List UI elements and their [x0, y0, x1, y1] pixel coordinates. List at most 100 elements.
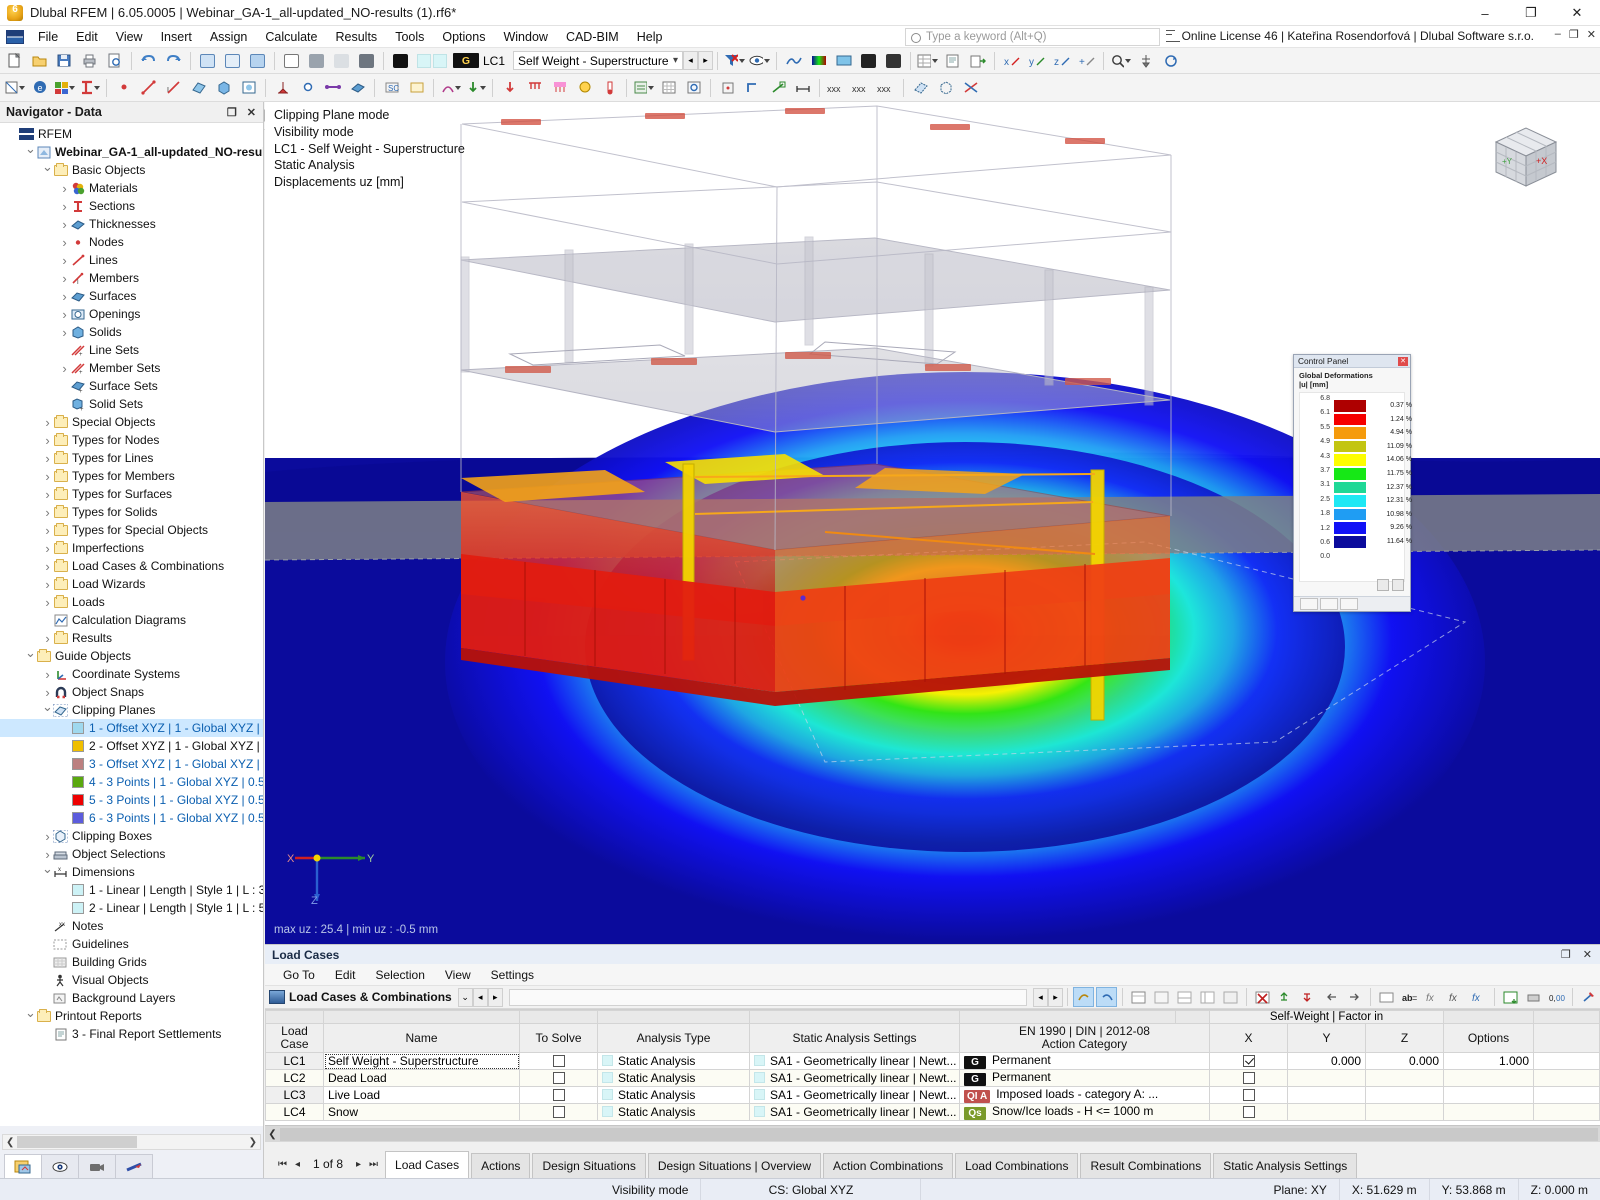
cell-to-solve[interactable] [520, 1104, 598, 1121]
col-options[interactable]: Options [1444, 1024, 1534, 1053]
cell-to-solve[interactable] [520, 1053, 598, 1070]
chevron-right-icon[interactable] [59, 181, 70, 196]
nav-scroll-left-icon[interactable]: ❮ [6, 1137, 14, 1148]
cell-selfweight-check[interactable] [1210, 1070, 1288, 1087]
lc-tab-static-analysis-settings[interactable]: Static Analysis Settings [1213, 1153, 1357, 1178]
lc-tab-result-combinations[interactable]: Result Combinations [1080, 1153, 1211, 1178]
tree-item-member-sets[interactable]: +Member Sets [0, 359, 263, 377]
solid-icon[interactable] [212, 77, 235, 99]
tree-item-materials[interactable]: Materials [0, 179, 263, 197]
cell-sw-z[interactable] [1444, 1104, 1534, 1121]
menu-edit[interactable]: Edit [67, 26, 107, 48]
tree-item-dimensions[interactable]: xDimensions [0, 863, 263, 881]
tree-item-members[interactable]: IMembers [0, 269, 263, 287]
xxx-icon-3[interactable]: xxx [875, 77, 898, 99]
tree-item-1-offset-xyz-1-global-xyz-0-0[interactable]: 1 - Offset XYZ | 1 - Global XYZ | 0.0 [0, 719, 263, 737]
results-deform-icon[interactable] [782, 50, 805, 72]
line-icon[interactable] [137, 77, 160, 99]
tree-item-surfaces[interactable]: Surfaces [0, 287, 263, 305]
tree-item-visual-objects[interactable]: Visual Objects [0, 971, 263, 989]
col-static-analysis-settings[interactable]: Static Analysis Settings [750, 1024, 960, 1053]
pan-icon[interactable] [1134, 50, 1157, 72]
chevron-right-icon[interactable] [59, 271, 70, 286]
legend-color-band[interactable] [1333, 467, 1367, 481]
tree-item-basic-objects[interactable]: Basic Objects [0, 161, 263, 179]
cell-analysis-type[interactable]: Static Analysis [598, 1104, 750, 1121]
cell-selfweight-check[interactable] [1210, 1087, 1288, 1104]
tree-item-3-offset-xyz-1-global-xyz-0-0[interactable]: 3 - Offset XYZ | 1 - Global XYZ | 0.0 [0, 755, 263, 773]
close-button[interactable]: ✕ [1554, 0, 1600, 26]
chevron-right-icon[interactable] [59, 235, 70, 250]
mesh-icon[interactable] [657, 77, 680, 99]
tree-item-openings[interactable]: Openings [0, 305, 263, 323]
tree-item-types-for-special-objects[interactable]: Types for Special Objects [0, 521, 263, 539]
tree-item-types-for-nodes[interactable]: Types for Nodes [0, 431, 263, 449]
navigator-tab-camera-icon[interactable] [78, 1154, 116, 1180]
tree-item-rfem[interactable]: RFEM [0, 125, 263, 143]
col-sw-x[interactable]: X [1210, 1024, 1288, 1053]
osnap-icon[interactable] [766, 77, 789, 99]
tree-item-5-3-points-1-global-xyz-0-50[interactable]: 5 - 3 Points | 1 - Global XYZ | 0.50 [0, 791, 263, 809]
pager-next-button[interactable]: ▸ [351, 1159, 366, 1170]
menu-results[interactable]: Results [327, 26, 387, 48]
load-cases-prev-button[interactable]: ◂ [473, 988, 488, 1007]
tree-item-object-snaps[interactable]: Object Snaps [0, 683, 263, 701]
navigator-close-button[interactable]: ✕ [247, 106, 256, 119]
node-icon[interactable] [112, 77, 135, 99]
tree-item-load-cases-combinations[interactable]: Load Cases & Combinations [0, 557, 263, 575]
tool-highlight-icon[interactable] [1578, 987, 1599, 1007]
lc-tab-action-combinations[interactable]: Action Combinations [823, 1153, 953, 1178]
export-icon[interactable] [966, 50, 989, 72]
tree-item-solid-sets[interactable]: +Solid Sets [0, 395, 263, 413]
cell-sw-x[interactable] [1288, 1104, 1366, 1121]
tree-item-guide-objects[interactable]: Guide Objects [0, 647, 263, 665]
cell-sw-z[interactable] [1444, 1070, 1534, 1087]
tree-item-types-for-solids[interactable]: Types for Solids [0, 503, 263, 521]
temp-load-icon[interactable] [598, 77, 621, 99]
tree-item-loads[interactable]: Loads [0, 593, 263, 611]
chevron-right-icon[interactable] [59, 217, 70, 232]
tree-item-solids[interactable]: Solids [0, 323, 263, 341]
chevron-right-icon[interactable] [42, 451, 53, 466]
cell-load-case[interactable]: LC2 [266, 1070, 324, 1087]
lc-tab-actions[interactable]: Actions [471, 1153, 530, 1178]
col-name[interactable]: Name [324, 1024, 520, 1053]
sc-icon-a[interactable]: SC [380, 77, 403, 99]
lc-menu-settings[interactable]: Settings [481, 966, 544, 984]
chevron-right-icon[interactable] [42, 541, 53, 556]
results-contour-icon[interactable] [832, 50, 855, 72]
chevron-right-icon[interactable] [42, 667, 53, 682]
axes-x-icon[interactable]: x [1000, 50, 1023, 72]
tree-item-3-final-report-settlements[interactable]: 3 - Final Report Settlements [0, 1025, 263, 1043]
cell-action-category[interactable]: GPermanent [960, 1053, 1210, 1070]
cell-sw-y[interactable] [1366, 1104, 1444, 1121]
tree-item-object-selections[interactable]: Object Selections [0, 845, 263, 863]
tool-row-add-icon[interactable] [1174, 987, 1195, 1007]
tree-item-clipping-boxes[interactable]: Clipping Boxes [0, 827, 263, 845]
clip-plane-tool-icon[interactable] [909, 77, 932, 99]
menu-help[interactable]: Help [628, 26, 672, 48]
legend-color-band[interactable] [1333, 440, 1367, 454]
cell-static-analysis-settings[interactable]: SA1 - Geometrically linear | Newt... [750, 1053, 960, 1070]
results-isolines-icon[interactable] [857, 50, 880, 72]
rigid-link-icon[interactable] [321, 77, 344, 99]
chevron-down-icon[interactable] [25, 1008, 36, 1024]
load-cases-selector[interactable]: Load Cases & Combinations ⌄ ◂ ▸ [269, 988, 503, 1007]
load-cases-float-button[interactable]: ❐ [1561, 948, 1571, 961]
tree-item-4-3-points-1-global-xyz-0-50[interactable]: 4 - 3 Points | 1 - Global XYZ | 0.50 [0, 773, 263, 791]
tool-format-icon[interactable]: ab= [1399, 987, 1420, 1007]
chevron-right-icon[interactable] [42, 505, 53, 520]
hinge-icon[interactable] [296, 77, 319, 99]
chevron-right-icon[interactable] [42, 595, 53, 610]
tree-item-notes[interactable]: xxNotes [0, 917, 263, 935]
render-solid-icon[interactable] [305, 50, 328, 72]
xxx-icon-2[interactable]: xxx [850, 77, 873, 99]
lc-menu-view[interactable]: View [435, 966, 481, 984]
field-prev-button[interactable]: ◂ [1033, 988, 1048, 1007]
navigator-tab-data-icon[interactable] [4, 1154, 42, 1180]
tree-item-thicknesses[interactable]: Thicknesses [0, 215, 263, 233]
table-scroll-left-icon[interactable]: ❮ [265, 1129, 280, 1140]
maximize-button[interactable]: ❐ [1508, 0, 1554, 26]
navigator-float-button[interactable]: ❐ [227, 106, 237, 119]
visibility-icon[interactable] [748, 50, 771, 72]
